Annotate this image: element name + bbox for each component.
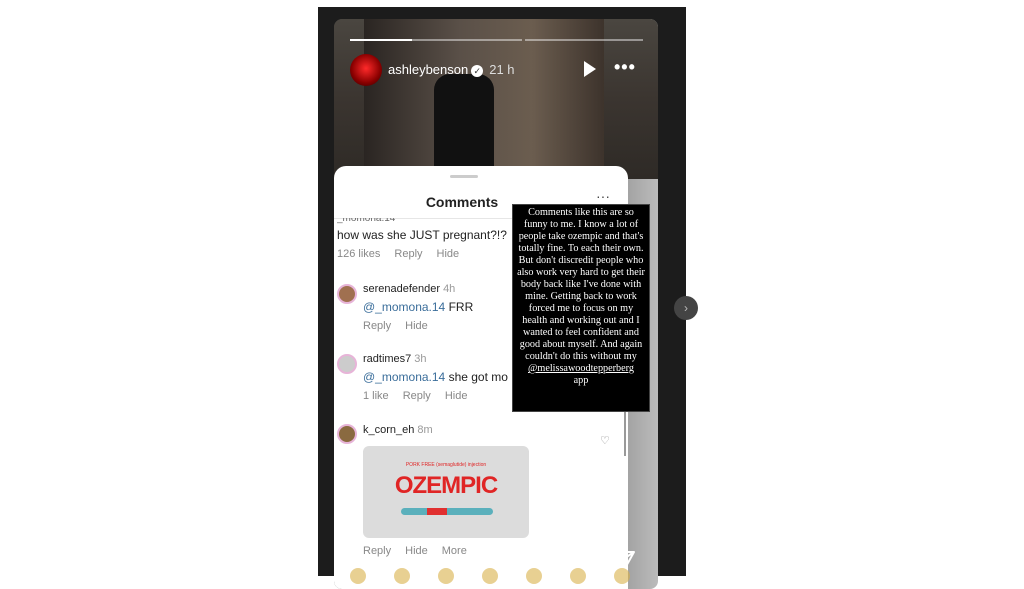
comments-more-icon[interactable]: ··· (596, 188, 610, 204)
more-button[interactable]: More (442, 545, 467, 557)
story-progress-rest (412, 39, 522, 41)
comment-username[interactable]: serenadefender (363, 283, 440, 295)
emoji-reaction[interactable] (438, 568, 454, 584)
story-text-overlay: Comments like this are so funny to me. I… (512, 204, 650, 412)
comment-username[interactable]: _momona.14 (337, 218, 395, 224)
story-time: 21 h (489, 62, 515, 77)
emoji-reaction[interactable] (526, 568, 542, 584)
comment-time: 4h (443, 283, 456, 295)
overlay-tail: app (573, 375, 589, 386)
emoji-reaction[interactable] (614, 568, 630, 584)
reply-button[interactable]: Reply (403, 390, 431, 402)
reply-button[interactable]: Reply (363, 320, 391, 332)
like-comment-icon[interactable]: ♡ (600, 434, 610, 447)
overlay-body: Comments like this are so funny to me. I… (517, 207, 645, 362)
emoji-reaction[interactable] (482, 568, 498, 584)
story-progress-active (350, 39, 412, 41)
comment-username[interactable]: k_corn_eh (363, 424, 414, 436)
overlay-mention-link[interactable]: @melissawoodtepperberg (516, 363, 646, 375)
emoji-reaction[interactable] (394, 568, 410, 584)
hide-button[interactable]: Hide (405, 545, 428, 557)
commenter-avatar[interactable] (337, 284, 357, 304)
commenter-avatar[interactable] (337, 424, 357, 444)
mention-link[interactable]: @_momona.14 (363, 300, 445, 314)
story-progress-next (525, 39, 643, 41)
drag-handle[interactable] (450, 175, 478, 178)
comment-text: FRR (448, 300, 474, 314)
hide-button[interactable]: Hide (437, 248, 460, 260)
reply-button[interactable]: Reply (363, 545, 391, 557)
story-photo (334, 19, 658, 179)
ad-tagline: PORK FREE (semaglutide) injection (405, 462, 487, 468)
likes-count[interactable]: 126 likes (337, 248, 380, 260)
username[interactable]: ashleybenson (388, 62, 468, 77)
avatar[interactable] (350, 54, 382, 86)
comment-time: 8m (417, 424, 433, 436)
emoji-reaction[interactable] (350, 568, 366, 584)
reply-button[interactable]: Reply (394, 248, 422, 260)
comment-image[interactable]: PORK FREE (semaglutide) injection OZEMPI… (363, 446, 529, 538)
play-icon[interactable] (584, 61, 596, 77)
story-header[interactable]: ashleybenson ✓ 21 h (388, 62, 515, 77)
verified-badge-icon: ✓ (471, 64, 484, 77)
more-icon[interactable]: ••• (614, 57, 636, 78)
likes-count[interactable]: 1 like (363, 390, 389, 402)
mention-link[interactable]: @_momona.14 (363, 370, 445, 384)
comment-time: 3h (414, 353, 427, 365)
comment-text: how was she JUST pregnant?!? (337, 228, 507, 242)
comment-username[interactable]: radtimes7 (363, 353, 411, 365)
commenter-avatar[interactable] (337, 354, 357, 374)
ad-logo: OZEMPIC (394, 472, 498, 499)
hide-button[interactable]: Hide (445, 390, 468, 402)
reaction-bar (350, 568, 630, 584)
pen-image (401, 508, 493, 515)
emoji-reaction[interactable] (570, 568, 586, 584)
hide-button[interactable]: Hide (405, 320, 428, 332)
comment-text: she got mo (448, 370, 508, 384)
next-story-button[interactable]: › (674, 296, 698, 320)
